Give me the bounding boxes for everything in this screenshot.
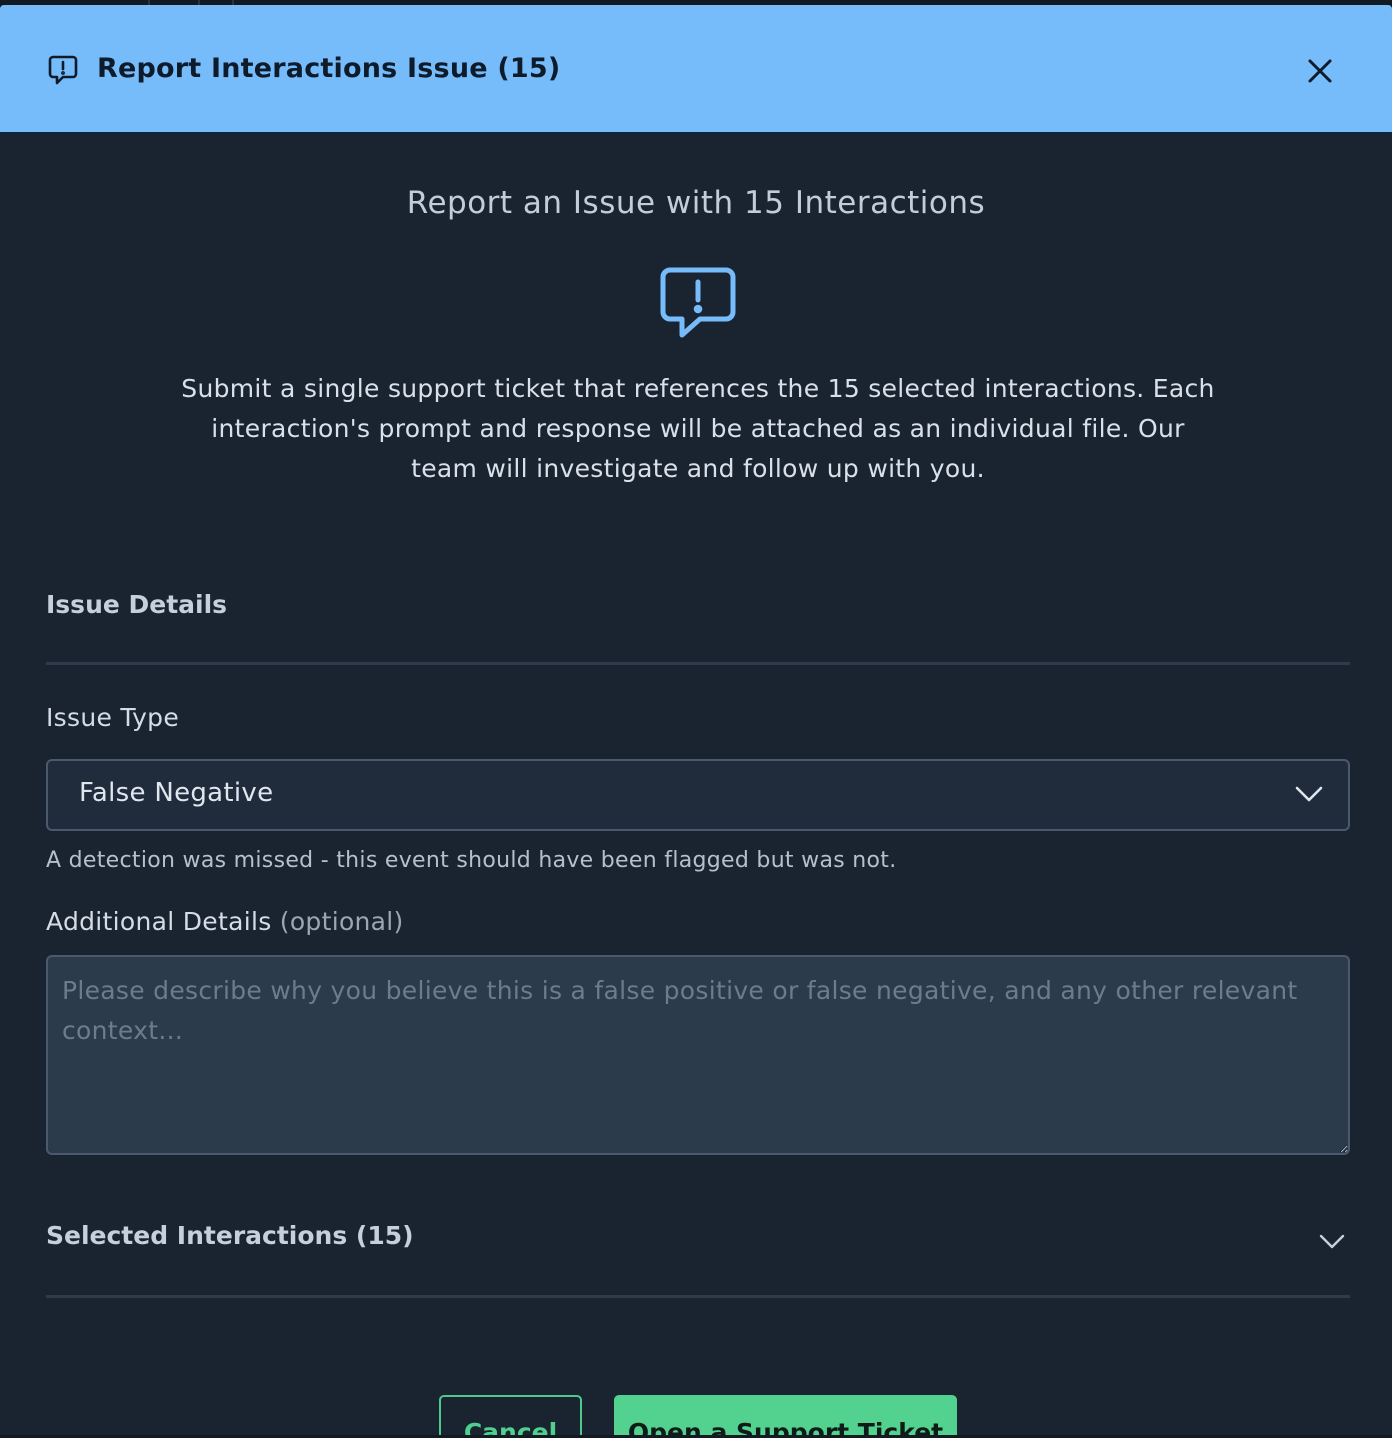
message-alert-icon	[48, 55, 78, 87]
section-divider	[46, 662, 1350, 665]
open-support-ticket-button[interactable]: Open a Support Ticket	[614, 1395, 957, 1435]
close-button[interactable]	[1300, 51, 1340, 91]
message-alert-icon	[660, 267, 736, 341]
issue-type-help-text: A detection was missed - this event shou…	[46, 848, 897, 873]
issue-type-value: False Negative	[79, 778, 274, 808]
modal-title: Report Interactions Issue (15)	[97, 53, 561, 84]
section-divider	[46, 1295, 1350, 1298]
issue-details-heading: Issue Details	[46, 590, 228, 619]
cancel-button-label: Cancel	[463, 1417, 558, 1436]
selected-interactions-toggle[interactable]: Selected Interactions (15)	[46, 1215, 1350, 1275]
additional-details-label-text: Additional Details	[46, 907, 272, 936]
intro-description: Submit a single support ticket that refe…	[181, 374, 1215, 483]
intro-subtitle: Report an Issue with 15 Interactions	[406, 185, 986, 221]
optional-hint: (optional)	[279, 907, 404, 936]
additional-details-label: Additional Details (optional)	[46, 907, 404, 936]
additional-details-textarea[interactable]	[46, 955, 1350, 1155]
report-issue-modal: Report Interactions Issue (15) Report an…	[0, 5, 1392, 1435]
modal-header: Report Interactions Issue (15)	[0, 5, 1392, 134]
issue-type-label: Issue Type	[46, 703, 180, 732]
cancel-button[interactable]: Cancel	[439, 1395, 582, 1435]
issue-type-select[interactable]: False Negative	[46, 759, 1350, 831]
selected-interactions-title: Selected Interactions (15)	[46, 1221, 414, 1250]
open-support-ticket-label: Open a Support Ticket	[627, 1417, 944, 1436]
chevron-down-icon	[1319, 1234, 1345, 1249]
chevron-down-icon	[1295, 786, 1323, 802]
close-icon	[1308, 59, 1332, 83]
